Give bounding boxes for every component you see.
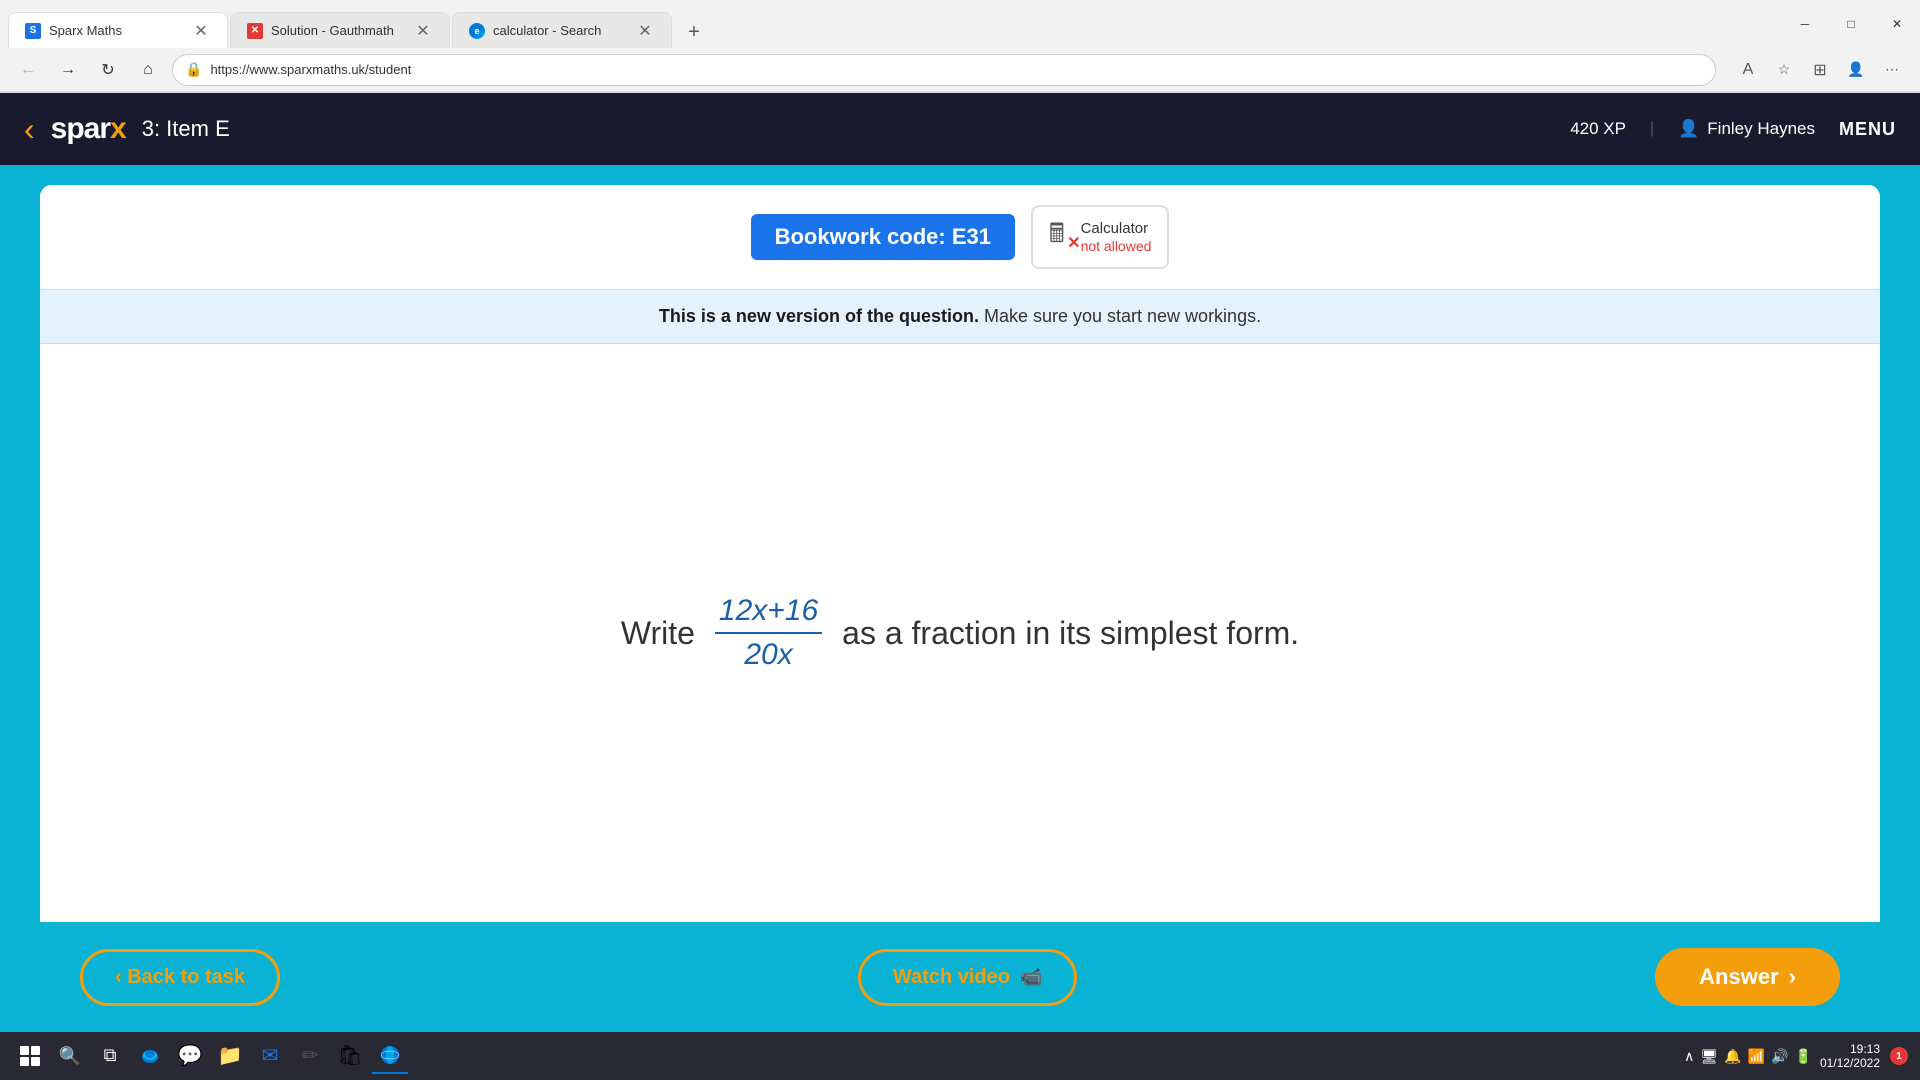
user-info: 👤 Finley Haynes — [1678, 119, 1815, 139]
forward-nav-button[interactable]: → — [52, 54, 84, 86]
user-icon: 👤 — [1678, 119, 1699, 139]
app-header: ‹ sparx 3: Item E 420 XP | 👤 Finley Hayn… — [0, 93, 1920, 165]
header-back-button[interactable]: ‹ — [24, 111, 35, 148]
favorites-button[interactable]: ☆ — [1768, 54, 1800, 86]
coding-taskbar-button[interactable]: ✏ — [292, 1038, 328, 1074]
question-text: Write 12x+16 20x as a fraction in its si… — [621, 594, 1299, 672]
volume-icon: 🔊 — [1771, 1048, 1788, 1065]
logo-text: sparx — [51, 112, 126, 146]
network-icon: 🖥 — [1700, 1048, 1718, 1065]
calculator-badge: 🖩 ✕ Calculator not allowed — [1031, 205, 1169, 269]
edge-taskbar-button[interactable] — [132, 1038, 168, 1074]
taskbar-clock: 19:13 01/12/2022 — [1820, 1042, 1880, 1070]
answer-button[interactable]: Answer › — [1655, 948, 1840, 1006]
bookwork-code: Bookwork code: E31 — [751, 214, 1015, 260]
files-taskbar-button[interactable]: 📁 — [212, 1038, 248, 1074]
taskbar: 🔍 ⧉ 💬 📁 ✉ ✏ 🛍 ∧ 🖥 🔔 📶 — [0, 1032, 1920, 1080]
notification-count[interactable]: 1 — [1890, 1047, 1908, 1065]
maximize-button[interactable]: □ — [1828, 8, 1874, 40]
tab-close-gauthmath[interactable]: ✕ — [413, 21, 433, 41]
new-version-rest: Make sure you start new workings. — [979, 306, 1261, 326]
calculator-x-icon: ✕ — [1067, 233, 1080, 253]
address-bar: ← → ↻ ⌂ 🔒 https://www.sparxmaths.uk/stud… — [0, 48, 1920, 92]
back-to-task-button[interactable]: ‹ Back to task — [80, 949, 280, 1006]
url-bar[interactable]: 🔒 https://www.sparxmaths.uk/student — [172, 54, 1716, 86]
calculator-text: Calculator not allowed — [1081, 220, 1152, 255]
content-card: Bookwork code: E31 🖩 ✕ Calculator not al… — [40, 185, 1880, 922]
watch-video-button[interactable]: Watch video 📹 — [858, 949, 1077, 1006]
tab-sparx-title: Sparx Maths — [49, 23, 183, 38]
tab-calculator-title: calculator - Search — [493, 23, 627, 38]
tab-calculator[interactable]: e calculator - Search ✕ — [452, 12, 672, 48]
search-taskbar-button[interactable]: 🔍 — [52, 1038, 88, 1074]
calculator-icon: 🖩 — [1049, 215, 1065, 259]
question-area: Write 12x+16 20x as a fraction in its si… — [40, 344, 1880, 922]
watch-video-label: Watch video — [893, 966, 1010, 989]
new-version-bold: This is a new version of the question. — [659, 306, 979, 326]
taskbar-right: ∧ 🖥 🔔 📶 🔊 🔋 19:13 01/12/2022 1 — [1684, 1042, 1908, 1070]
taskbar-time-value: 19:13 — [1850, 1042, 1880, 1056]
edge-tab-icon: e — [469, 23, 485, 39]
translate-button[interactable]: A — [1732, 54, 1764, 86]
tab-sparx[interactable]: S Sparx Maths ✕ — [8, 12, 228, 48]
url-text: https://www.sparxmaths.uk/student — [210, 62, 1703, 77]
mail-taskbar-button[interactable]: ✉ — [252, 1038, 288, 1074]
back-nav-button[interactable]: ← — [12, 54, 44, 86]
lock-icon: 🔒 — [185, 61, 202, 78]
answer-chevron-icon: › — [1789, 964, 1796, 990]
store-taskbar-button[interactable]: 🛍 — [332, 1038, 368, 1074]
wifi-icon: 📶 — [1748, 1048, 1765, 1065]
video-icon: 📹 — [1020, 967, 1042, 988]
taskbar-system-icons: ∧ 🖥 🔔 📶 🔊 🔋 — [1684, 1048, 1812, 1065]
messenger-taskbar-button[interactable]: 💬 — [172, 1038, 208, 1074]
tab-gauthmath[interactable]: ✕ Solution - Gauthmath ✕ — [230, 12, 450, 48]
notifications-icon: 🔔 — [1724, 1048, 1741, 1065]
bottom-action-bar: ‹ Back to task Watch video 📹 Answer › — [40, 922, 1880, 1032]
start-button[interactable] — [12, 1038, 48, 1074]
home-button[interactable]: ⌂ — [132, 54, 164, 86]
new-version-banner: This is a new version of the question. M… — [40, 290, 1880, 344]
more-button[interactable]: ⋯ — [1876, 54, 1908, 86]
new-tab-button[interactable]: + — [678, 16, 710, 48]
question-prefix: Write — [621, 615, 695, 652]
fraction-denominator: 20x — [740, 634, 796, 672]
battery-icon: 🔋 — [1795, 1048, 1812, 1065]
profile-button[interactable]: 👤 — [1840, 54, 1872, 86]
refresh-button[interactable]: ↻ — [92, 54, 124, 86]
sparx-tab-icon: S — [25, 23, 41, 39]
tab-gauthmath-title: Solution - Gauthmath — [271, 23, 405, 38]
menu-button[interactable]: MENU — [1839, 119, 1896, 140]
taskbar-date-value: 01/12/2022 — [1820, 1056, 1880, 1070]
tab-close-sparx[interactable]: ✕ — [191, 21, 211, 41]
content-area: Bookwork code: E31 🖩 ✕ Calculator not al… — [0, 165, 1920, 1032]
collections-button[interactable]: ⊞ — [1804, 54, 1836, 86]
chevron-up-icon[interactable]: ∧ — [1684, 1048, 1694, 1065]
minimize-button[interactable]: ─ — [1782, 8, 1828, 40]
calculator-label: Calculator — [1081, 220, 1152, 238]
item-label: 3: Item E — [142, 116, 230, 142]
bookwork-bar: Bookwork code: E31 🖩 ✕ Calculator not al… — [40, 185, 1880, 290]
gauthmath-tab-icon: ✕ — [247, 23, 263, 39]
calculator-not-allowed: not allowed — [1081, 238, 1152, 255]
question-suffix: as a fraction in its simplest form. — [842, 615, 1299, 652]
sparx-logo: sparx — [51, 112, 126, 146]
fraction-numerator: 12x+16 — [715, 594, 822, 634]
browser-taskbar-button[interactable] — [372, 1038, 408, 1074]
task-view-button[interactable]: ⧉ — [92, 1038, 128, 1074]
answer-label: Answer — [1699, 964, 1778, 990]
user-name: Finley Haynes — [1707, 119, 1815, 139]
tab-close-calculator[interactable]: ✕ — [635, 21, 655, 41]
xp-badge: 420 XP — [1570, 119, 1626, 139]
fraction: 12x+16 20x — [715, 594, 822, 672]
close-button[interactable]: ✕ — [1874, 8, 1920, 40]
